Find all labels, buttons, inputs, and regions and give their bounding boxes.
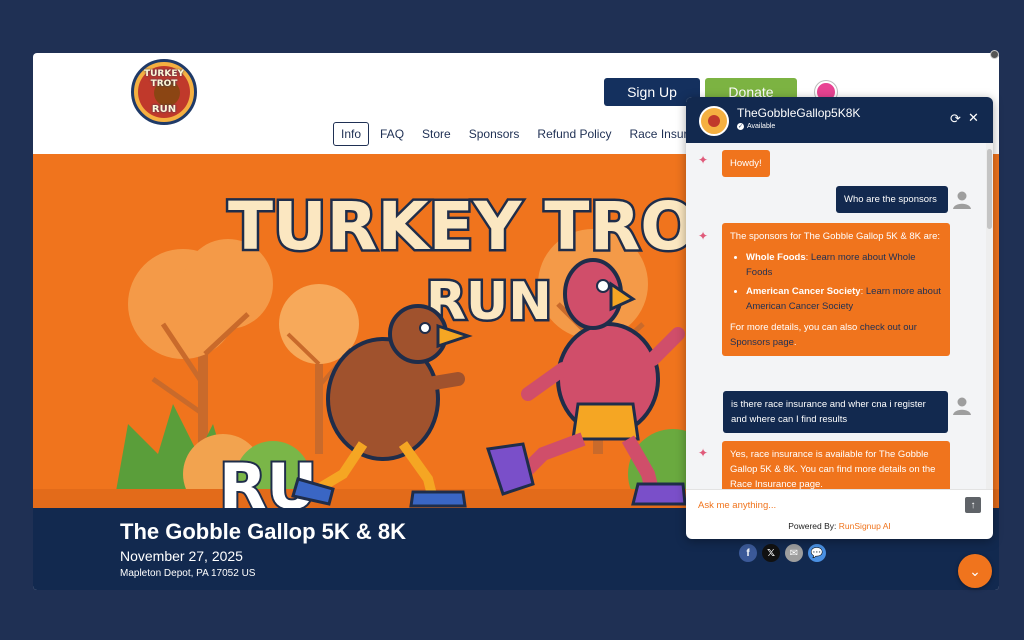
bot-sponsors-outro: For more details, you can also check out… (730, 322, 917, 348)
check-icon: ✓ (737, 123, 744, 130)
chat-messages: ✦ Howdy! Who are the sponsors ✦ The spon… (686, 143, 986, 489)
event-title: The Gobble Gallop 5K & 8K (120, 519, 407, 544)
event-location: Mapleton Depot, PA 17052 US (120, 568, 256, 579)
powered-brand[interactable]: RunSignup AI (839, 521, 891, 531)
ai-sparkle-icon: ✦ (698, 153, 709, 167)
chat-title: TheGobbleGallop5K8K (737, 106, 861, 120)
sponsor-name: American Cancer Society (746, 286, 861, 297)
nav-store[interactable]: Store (415, 123, 458, 145)
outro-text: For more details, you can also (730, 322, 858, 333)
chat-status: ✓ Available (737, 123, 775, 130)
user-message: is there race insurance and wher cna i r… (723, 391, 948, 433)
bot-message-sponsors: The sponsors for The Gobble Gallop 5K & … (722, 223, 950, 356)
race-logo[interactable]: TURKEY TROT RUN (131, 59, 197, 125)
social-share: f 𝕏 ✉ 💬 (739, 544, 826, 562)
chat-widget: TheGobbleGallop5K8K ✓ Available ⟳ ✕ ✦ Ho… (686, 97, 993, 539)
nav-info[interactable]: Info (333, 122, 370, 146)
chat-scrollbar[interactable] (986, 143, 993, 489)
chat-icon[interactable]: 💬 (808, 544, 826, 562)
hero-title-line1: TURKEY TROT (228, 188, 741, 265)
sponsor-item: Whole Foods: Learn more about Whole Food… (746, 250, 942, 280)
nav-refund-policy[interactable]: Refund Policy (530, 123, 618, 145)
user-avatar-icon (953, 397, 971, 415)
chat-header: TheGobbleGallop5K8K ✓ Available ⟳ ✕ (686, 97, 993, 143)
email-icon[interactable]: ✉ (785, 544, 803, 562)
powered-prefix: Powered By: (788, 521, 837, 531)
ai-sparkle-icon: ✦ (698, 229, 709, 243)
tree-left (128, 239, 273, 454)
chat-logo-avatar (699, 106, 729, 136)
chat-input-bar: ↑ (686, 489, 993, 519)
facebook-icon[interactable]: f (739, 544, 757, 562)
main-nav: Info FAQ Store Sponsors Refund Policy Ra… (333, 122, 708, 146)
logo-text-top: TURKEY TROT (143, 69, 185, 89)
bot-message: Howdy! (722, 150, 770, 177)
chat-status-text: Available (747, 123, 776, 130)
logo-text-bottom: RUN (151, 104, 177, 115)
sponsor-item: American Cancer Society: Learn more abou… (746, 284, 942, 314)
chat-message-input[interactable] (698, 497, 948, 513)
bot-message: Yes, race insurance is available for The… (722, 441, 950, 489)
event-date: November 27, 2025 (120, 548, 243, 564)
powered-by: Powered By: RunSignup AI (686, 521, 993, 531)
nav-faq[interactable]: FAQ (373, 123, 411, 145)
ai-sparkle-icon: ✦ (698, 446, 709, 460)
bot-sponsors-intro: The sponsors for The Gobble Gallop 5K & … (730, 231, 940, 242)
refresh-icon[interactable]: ⟳ (950, 111, 961, 127)
user-avatar-icon (953, 191, 971, 209)
send-arrow-icon[interactable]: ↑ (965, 497, 981, 513)
sponsor-list: Whole Foods: Learn more about Whole Food… (746, 250, 942, 314)
window-close-dot[interactable] (990, 50, 999, 59)
sponsor-name: Whole Foods (746, 252, 806, 263)
x-icon[interactable]: 𝕏 (762, 544, 780, 562)
nav-sponsors[interactable]: Sponsors (462, 123, 527, 145)
scrollbar-thumb[interactable] (987, 149, 992, 229)
close-icon[interactable]: ✕ (968, 110, 979, 126)
chat-toggle-chevron-icon[interactable]: ⌄ (958, 554, 992, 588)
user-message: Who are the sponsors (836, 186, 948, 213)
